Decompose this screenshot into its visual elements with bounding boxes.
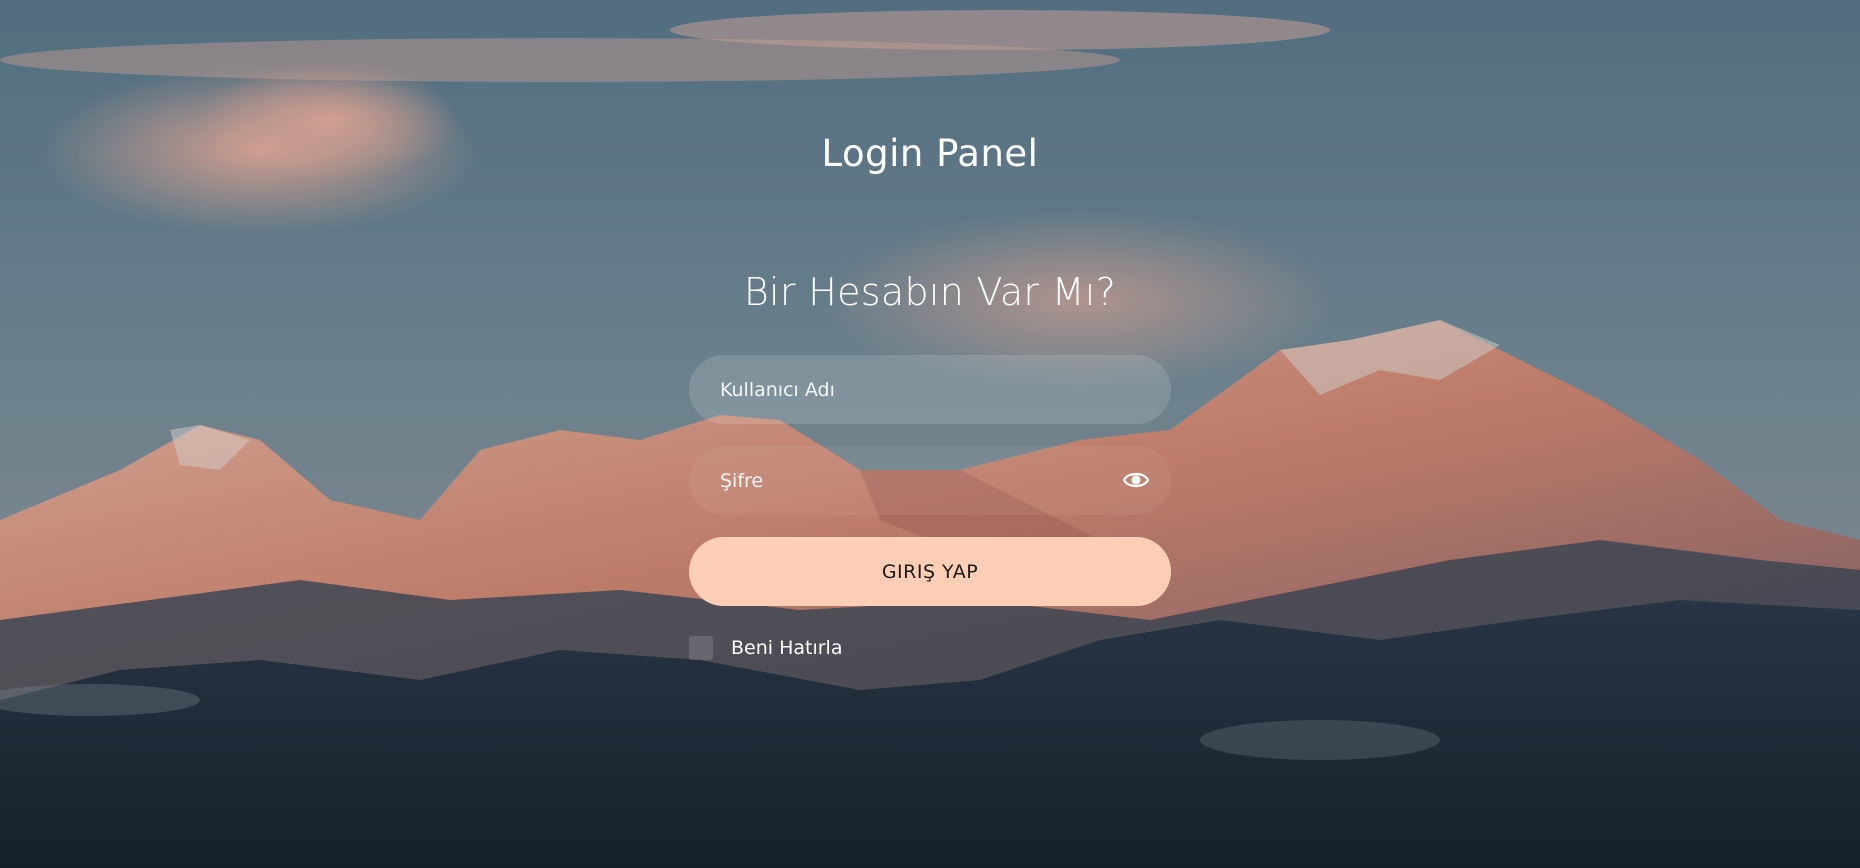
remember-me-label: Beni Hatırla bbox=[731, 637, 843, 659]
username-field[interactable] bbox=[689, 355, 1171, 424]
page-title: Login Panel bbox=[821, 132, 1039, 175]
login-form: GIRIŞ YAP Beni Hatırla bbox=[689, 355, 1171, 662]
username-input[interactable] bbox=[718, 377, 1102, 402]
page-subtitle: Bir Hesabın Var Mı? bbox=[743, 270, 1117, 314]
login-button[interactable]: GIRIŞ YAP bbox=[689, 537, 1171, 606]
eye-icon[interactable] bbox=[1122, 469, 1150, 491]
remember-me-checkbox[interactable] bbox=[689, 636, 713, 660]
remember-me-row: Beni Hatırla bbox=[689, 634, 1171, 662]
login-page: Login Panel Bir Hesabın Var Mı? GIRIŞ YA… bbox=[0, 0, 1860, 868]
password-input[interactable] bbox=[718, 468, 1102, 493]
password-field[interactable] bbox=[689, 446, 1171, 515]
